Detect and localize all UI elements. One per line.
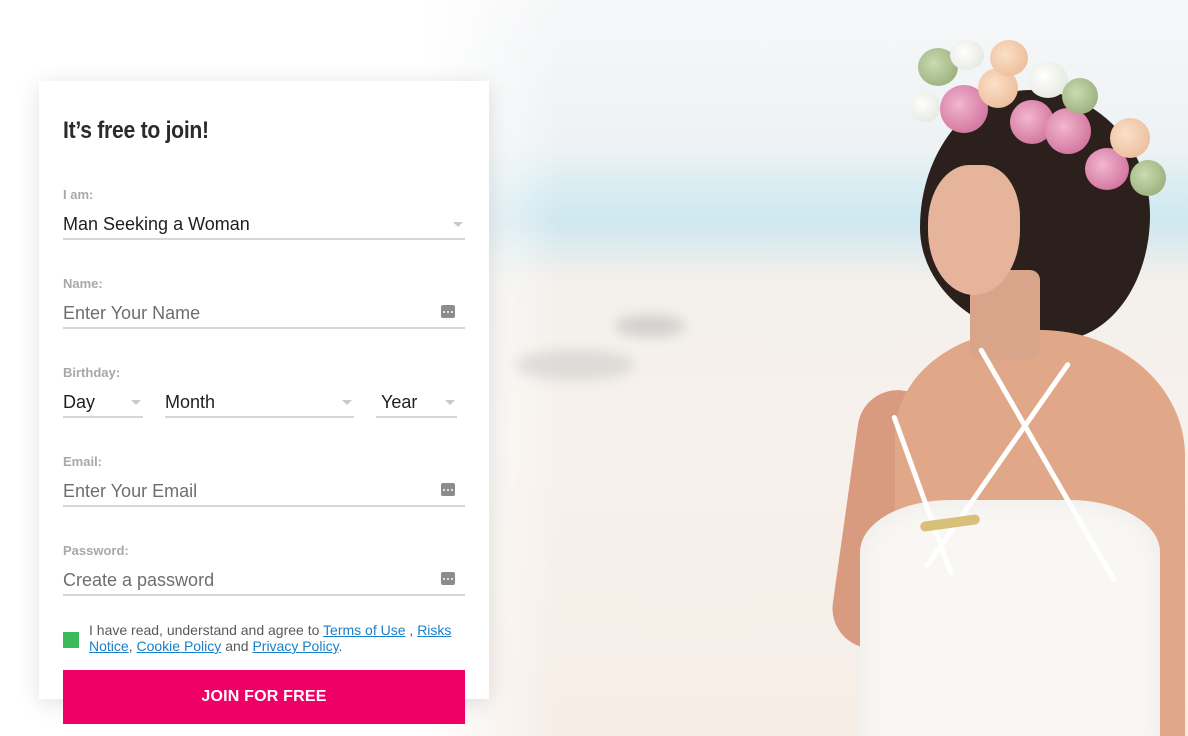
terms-separator: ,: [409, 622, 414, 638]
beach-rock: [615, 315, 685, 337]
birthday-year-select[interactable]: Year: [376, 381, 457, 418]
birthday-month-select[interactable]: Month: [165, 381, 354, 418]
password-field: Password: Create a password: [63, 543, 465, 596]
dots-icon[interactable]: [441, 483, 455, 496]
dress-shape: [860, 500, 1160, 736]
flower-white: [950, 40, 984, 70]
name-label: Name:: [63, 276, 103, 291]
card-title: It’s free to join!: [63, 117, 209, 144]
dots-icon[interactable]: [441, 572, 455, 585]
caret-down-icon: [453, 222, 463, 227]
terms-prefix: I have read, understand and agree to: [89, 622, 320, 638]
woman-illustration: [800, 0, 1188, 736]
email-label: Email:: [63, 454, 103, 469]
email-placeholder: Enter Your Email: [63, 480, 198, 501]
password-label: Password:: [63, 543, 129, 558]
face-shape: [928, 165, 1020, 295]
terms-text: I have read, understand and agree to Ter…: [89, 622, 459, 654]
flower-white: [910, 92, 940, 122]
caret-down-icon: [131, 400, 141, 405]
iam-label: I am:: [63, 187, 94, 202]
name-input[interactable]: Enter Your Name: [63, 292, 465, 329]
email-input[interactable]: Enter Your Email: [63, 470, 465, 507]
iam-value: Man Seeking a Woman: [63, 213, 250, 234]
privacy-policy-link[interactable]: Privacy Policy: [252, 638, 338, 654]
terms-of-use-link[interactable]: Terms of Use: [323, 622, 405, 638]
flower-greenery: [1130, 160, 1166, 196]
terms-agreement: I have read, understand and agree to Ter…: [63, 622, 465, 654]
flower-rose: [1045, 108, 1091, 154]
iam-field: I am: Man Seeking a Woman: [63, 187, 465, 240]
birthday-label: Birthday:: [63, 365, 121, 380]
iam-select[interactable]: Man Seeking a Woman: [63, 203, 465, 240]
birthday-day-select[interactable]: Day: [63, 381, 143, 418]
birthday-field: Birthday: Day Month Year: [63, 365, 465, 418]
caret-down-icon: [342, 400, 352, 405]
email-field: Email: Enter Your Email: [63, 454, 465, 507]
signup-card: It’s free to join! I am: Man Seeking a W…: [39, 81, 489, 724]
join-for-free-button[interactable]: JOIN FOR FREE: [63, 670, 465, 724]
birthday-day-value: Day: [63, 391, 96, 412]
name-placeholder: Enter Your Name: [63, 302, 201, 323]
caret-down-icon: [445, 400, 455, 405]
name-field: Name: Enter Your Name: [63, 276, 465, 329]
terms-and: and: [225, 638, 249, 654]
beach-rock: [515, 350, 635, 380]
terms-separator: ,: [128, 638, 133, 654]
flower-peach: [1110, 118, 1150, 158]
cookie-policy-link[interactable]: Cookie Policy: [136, 638, 221, 654]
flower-greenery: [1062, 78, 1098, 114]
flower-peach: [990, 40, 1028, 76]
terms-end: .: [338, 638, 343, 654]
birthday-selects: Day Month Year: [63, 381, 465, 418]
dots-icon[interactable]: [441, 305, 455, 318]
terms-checkbox[interactable]: [63, 632, 79, 648]
password-placeholder: Create a password: [63, 569, 215, 590]
password-input[interactable]: Create a password: [63, 559, 465, 596]
birthday-month-value: Month: [165, 391, 216, 412]
birthday-year-value: Year: [381, 391, 418, 412]
